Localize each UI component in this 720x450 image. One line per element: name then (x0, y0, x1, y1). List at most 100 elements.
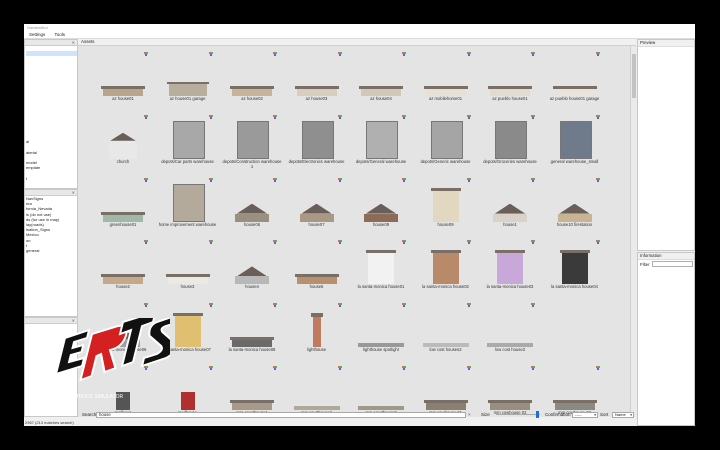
asset-thumbnail (227, 120, 277, 159)
asset-tile[interactable]: house10 firestation (544, 176, 606, 238)
variant-icon (144, 177, 150, 182)
asset-tile[interactable]: la santa-monica house02 (415, 238, 477, 300)
asset-tile[interactable]: house1 (479, 176, 541, 238)
asset-tile[interactable]: church (92, 113, 154, 175)
asset-tile[interactable]: depots/Groceries warehouse (479, 113, 541, 175)
asset-tile[interactable]: lighthouse (286, 301, 348, 363)
asset-tile[interactable]: house07 (286, 176, 348, 238)
asset-thumbnail (421, 120, 471, 159)
asset-label: house4 (245, 284, 259, 290)
variant-icon (595, 240, 602, 245)
variant-icon (466, 366, 473, 370)
asset-thumbnail (356, 246, 406, 285)
asset-tile[interactable]: depots/Generic warehouse (415, 113, 477, 175)
asset-tile[interactable]: az house02 (221, 50, 283, 112)
variant-icon (466, 303, 473, 308)
clear-search-icon[interactable]: × (468, 410, 471, 419)
asset-tile[interactable]: la santa-monica house08 (221, 301, 283, 363)
confirmation-label: Confirmation (545, 412, 571, 417)
asset-thumbnail (292, 58, 342, 96)
menu-tools[interactable]: Tools (55, 32, 66, 37)
asset-tile[interactable]: az house03 (286, 50, 348, 112)
asset-thumbnail (356, 120, 406, 159)
filter-input[interactable] (652, 261, 693, 267)
variant-icon (144, 240, 150, 245)
asset-tile[interactable]: house08 (350, 176, 412, 238)
assets-header: Assets (78, 39, 636, 46)
menu-bar: Settings Tools (24, 31, 695, 39)
asset-thumbnail (356, 184, 406, 222)
asset-thumbnail (485, 309, 535, 348)
confirmation-value: ----- (575, 411, 582, 417)
asset-tile[interactable]: lighthouse spotlight (350, 301, 412, 363)
asset-thumbnail (485, 120, 535, 159)
variant-icon (208, 114, 215, 119)
asset-tile[interactable]: house2 (92, 238, 154, 300)
variant-icon (208, 303, 215, 308)
asset-label: house06 (243, 221, 261, 227)
asset-scrollbar[interactable] (630, 46, 637, 417)
asset-thumbnail (163, 58, 213, 96)
asset-tile[interactable]: la santa-monica house03 (479, 238, 541, 300)
asset-label: low cost house3 (494, 347, 526, 353)
asset-tile[interactable]: depots/Construction warehouse 1 (221, 113, 283, 175)
asset-tile[interactable]: az house04 (350, 50, 412, 112)
asset-thumbnail (163, 309, 213, 348)
asset-tile[interactable]: az mobilehome01 (415, 50, 477, 112)
close-icon[interactable]: ✕ (72, 40, 75, 45)
variant-icon (531, 114, 537, 119)
asset-tile[interactable]: house5 (286, 238, 348, 300)
asset-label: depots/Car parts warehouse (161, 158, 214, 164)
asset-label: low cost houses2 (429, 347, 462, 353)
window-title: Gameeditor (24, 24, 695, 31)
asset-label: az mobilehome01 (428, 96, 463, 101)
slider-knob[interactable] (536, 411, 539, 418)
asset-label: la santa-monica house01 (357, 284, 405, 290)
asset-label: az house04 (370, 96, 392, 101)
asset-tile[interactable]: depots/Electronics warehouse (286, 113, 348, 175)
erts-logo: EURO TRUCK SIMULATOR (54, 318, 170, 400)
asset-tile[interactable]: house06 (221, 176, 283, 238)
variant-icon (337, 240, 344, 245)
size-slider[interactable] (496, 411, 540, 418)
sort-select[interactable]: Name ▾ (612, 411, 634, 418)
variant-icon (273, 240, 279, 245)
asset-tile[interactable]: depots/General warehouse (350, 113, 412, 175)
tree-item[interactable]: general (26, 248, 77, 253)
asset-label: house07 (308, 221, 325, 227)
close-icon[interactable]: ✕ (72, 190, 75, 195)
asset-tile[interactable]: az pueblo house01 (479, 50, 541, 112)
asset-thumbnail (227, 58, 277, 96)
asset-thumbnail (98, 121, 148, 159)
asset-tile[interactable]: depots/Car parts warehouse (157, 113, 219, 175)
asset-tile[interactable]: az house01 garage (157, 50, 219, 112)
variant-icon (273, 366, 279, 370)
variant-icon (273, 303, 279, 308)
asset-label: az house01 (112, 96, 134, 101)
variant-icon (208, 52, 215, 56)
chevron-down-icon: ▾ (594, 412, 596, 417)
asset-tile[interactable]: az house01 (92, 50, 154, 112)
asset-tile[interactable]: house3 (157, 238, 219, 300)
asset-tile[interactable]: greenhouse01 (92, 176, 154, 238)
asset-thumbnail (292, 372, 342, 410)
chevron-down-icon: ▾ (630, 412, 632, 417)
asset-tile[interactable]: la santa-monica house01 (350, 238, 412, 300)
asset-thumbnail (421, 372, 471, 410)
scrollbar-thumb[interactable] (632, 54, 636, 98)
asset-tile[interactable]: az pueblo house01 garage (544, 50, 606, 112)
asset-tile[interactable]: home improvement warehouse (157, 176, 219, 238)
asset-thumbnail (163, 183, 213, 222)
menu-settings[interactable]: Settings (29, 32, 45, 37)
asset-tile[interactable]: house4 (221, 238, 283, 300)
asset-tile[interactable]: low cost houses2 (415, 301, 477, 363)
asset-label: depots/Electronics warehouse (288, 158, 345, 164)
asset-tile[interactable]: low cost house3 (479, 301, 541, 363)
confirmation-select[interactable]: ----- ▾ (572, 411, 598, 418)
status-text: 2967 (213 matches search) (25, 420, 74, 425)
asset-tile[interactable]: la santa-monica house04 (544, 238, 606, 300)
asset-label: depots/Generic warehouse (420, 158, 471, 164)
asset-tile[interactable]: house09 (415, 176, 477, 238)
asset-label: house10 firestation (556, 221, 593, 227)
asset-tile[interactable]: general warehouse_small (544, 113, 606, 175)
